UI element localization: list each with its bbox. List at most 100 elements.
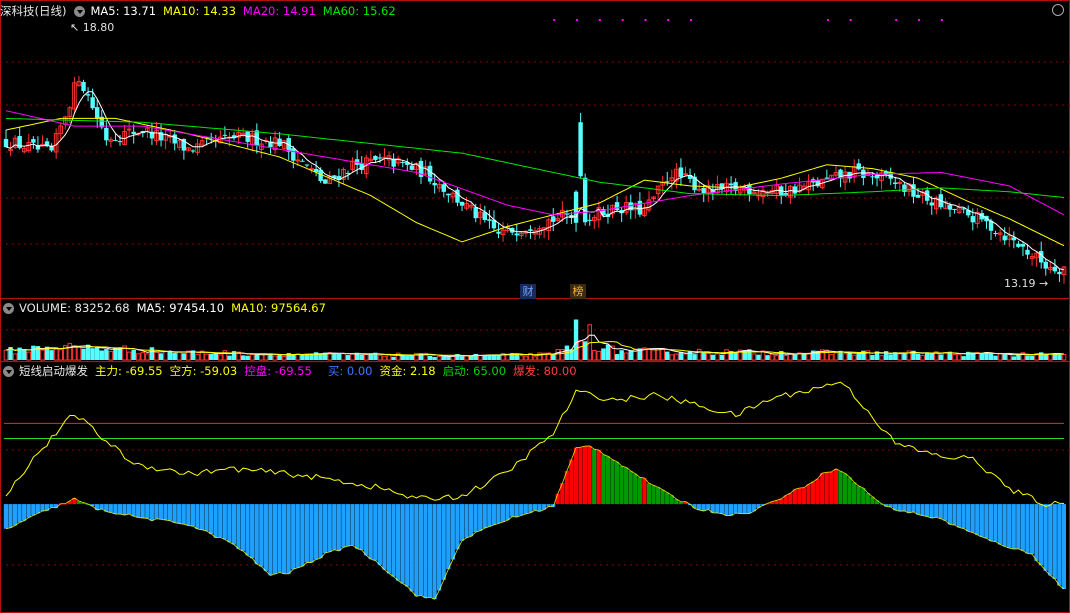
volume-ma5: MA5: 97454.10 xyxy=(136,301,225,315)
indicator-bar xyxy=(26,504,31,518)
volume-bar xyxy=(519,355,524,361)
candle-body xyxy=(31,139,36,143)
indicator-bar xyxy=(861,488,866,505)
indicator-bar xyxy=(368,504,373,560)
price-title: 深科技(日线) xyxy=(0,4,67,18)
indicator-bar xyxy=(801,487,807,505)
indicator-bar xyxy=(131,504,136,517)
indicator-bar xyxy=(624,467,629,505)
indicator-bar xyxy=(286,504,291,574)
chevron-down-icon[interactable] xyxy=(3,302,14,314)
indicator-bar xyxy=(154,504,159,519)
volume-bar xyxy=(596,350,602,361)
indicator-bar xyxy=(40,504,45,512)
volume-bar xyxy=(1057,353,1062,360)
candle-body xyxy=(95,107,100,119)
indicator-bar xyxy=(706,504,711,510)
candle-body xyxy=(131,131,136,135)
indicator-bar xyxy=(327,504,332,552)
indicator-bar xyxy=(336,504,341,551)
candle-body xyxy=(893,182,898,184)
indicator-bar xyxy=(199,504,205,530)
chevron-down-icon[interactable] xyxy=(3,365,14,377)
volume-bar xyxy=(705,352,711,361)
candle-body xyxy=(815,180,820,187)
indicator-bar xyxy=(970,504,975,533)
volume-bar xyxy=(382,355,387,361)
volume-bar xyxy=(842,353,848,361)
indicator-bar xyxy=(487,504,492,527)
volume-bar xyxy=(400,355,405,360)
indicator-bar xyxy=(738,504,743,514)
volume-bar xyxy=(870,355,875,360)
marker-bang[interactable]: 榜 xyxy=(570,284,586,299)
volume-bar xyxy=(99,350,104,360)
indicator-bar xyxy=(113,504,118,515)
candle-body xyxy=(902,184,907,192)
indicator-bar xyxy=(924,504,930,517)
volume-bar xyxy=(332,353,337,360)
indicator-bar xyxy=(1043,504,1048,571)
indicator-bar xyxy=(464,504,469,538)
indicator-bar xyxy=(323,504,328,554)
volume-bar xyxy=(997,352,1003,361)
indicator-bar xyxy=(3,504,8,529)
indicator-bar xyxy=(637,477,642,505)
signal-dot xyxy=(621,19,624,21)
volume-bar xyxy=(204,353,209,361)
indicator-bar xyxy=(149,504,154,521)
chevron-down-icon[interactable] xyxy=(74,5,86,17)
signal-dot xyxy=(940,19,943,21)
volume-bar xyxy=(213,353,218,360)
indicator-bar xyxy=(838,471,843,505)
candle-body xyxy=(582,177,588,223)
indicator-bar xyxy=(236,504,241,549)
indicator-bar xyxy=(747,504,752,514)
indicator-bar xyxy=(829,471,834,505)
signal-dot xyxy=(690,19,693,21)
candle-body xyxy=(222,134,228,136)
candle-body xyxy=(323,179,328,184)
indicator-bar xyxy=(446,504,451,570)
volume-bar xyxy=(172,353,177,360)
indicator-bar xyxy=(204,504,209,532)
signal-dot xyxy=(918,19,921,21)
volume-bar xyxy=(341,353,346,361)
volume-bar xyxy=(988,353,994,360)
indicator-bar xyxy=(281,504,287,574)
candle-body xyxy=(300,160,305,162)
volume-bar xyxy=(578,340,583,361)
indicator-bar xyxy=(619,466,624,505)
indicator-bar xyxy=(231,504,237,545)
indicator-bar xyxy=(341,504,346,548)
volume-bar xyxy=(49,350,54,360)
indicator-bar xyxy=(897,504,902,512)
volume-bar xyxy=(72,345,77,361)
volume-bar xyxy=(555,349,561,361)
signal-dot xyxy=(576,19,579,21)
indicator-bar xyxy=(405,504,410,587)
volume-bar xyxy=(833,352,839,361)
marker-cai[interactable]: 财 xyxy=(520,284,536,299)
volume-bar xyxy=(149,347,155,360)
candle-body xyxy=(1002,235,1007,241)
indicator-bar xyxy=(1061,504,1066,590)
settings-circle-icon[interactable] xyxy=(1052,4,1064,16)
volume-bar xyxy=(783,355,789,361)
volume-bar xyxy=(829,354,834,361)
kongfang-line xyxy=(5,381,1065,508)
indicator-bar xyxy=(947,504,952,525)
stock-chart[interactable]: 深科技(日线) MA5: 13.71 MA10: 14.33 MA20: 14.… xyxy=(0,0,1070,613)
volume-bar xyxy=(108,350,114,361)
indicator-bar xyxy=(414,504,419,597)
candle-body xyxy=(514,233,519,236)
indicator-bar xyxy=(733,504,738,514)
ma5-line xyxy=(5,91,1065,271)
indicator-bar xyxy=(377,504,382,565)
volume-bar xyxy=(176,351,182,361)
volume-ma10: MA10: 97564.67 xyxy=(231,301,326,315)
indicator-header: 短线启动爆发 主力: -69.55 空方: -59.03 控盘: -69.55 … xyxy=(0,362,584,380)
indicator-bar xyxy=(728,504,734,516)
indicator-bar xyxy=(1038,504,1044,566)
volume-header: VOLUME: 83252.68 MA5: 97454.10 MA10: 975… xyxy=(0,299,333,317)
